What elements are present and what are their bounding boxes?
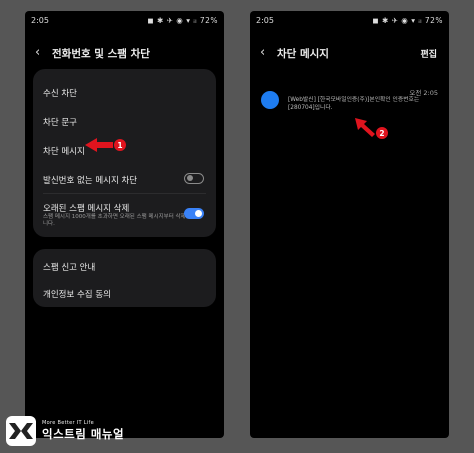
- status-bar: 2:05 ◼ ✱ ✈ ◉ ▾ ᵢₗ 72%: [250, 11, 449, 31]
- menu-item-label: 수신 차단: [43, 89, 77, 99]
- step-badge: 2: [376, 127, 388, 139]
- logo-ex-icon: [9, 423, 33, 439]
- menu-item-label: 개인정보 수집 동의: [43, 290, 111, 300]
- logo-mark: [6, 416, 36, 446]
- menu-item-description: 스팸 메시지 1000개를 초과하면 오래된 스팸 메시지부터 삭제합니다.: [43, 214, 191, 227]
- settings-screen: 2:05 ◼ ✱ ✈ ◉ ▾ ᵢₗ 72% ‹ 전화번호 및 스팸 차단 수신 …: [25, 11, 224, 438]
- status-icons: ◼ ✱ ✈ ◉ ▾ ᵢₗ 72%: [372, 16, 443, 25]
- messages-header: ‹ 차단 메시지 편집: [250, 43, 449, 65]
- menu-item-label: 차단 메시지: [43, 147, 85, 157]
- block-settings-card: 수신 차단 차단 문구 차단 메시지 발신번호 없는 메시지 차단 오래된 스팸…: [33, 69, 216, 237]
- status-icons: ◼ ✱ ✈ ◉ ▾ ᵢₗ 72%: [147, 16, 218, 25]
- menu-item-delete-old-spam[interactable]: 오래된 스팸 메시지 삭제 스팸 메시지 1000개를 초과하면 오래된 스팸 …: [33, 202, 216, 232]
- site-logo: More Better IT Life 익스트림 매뉴얼: [6, 415, 124, 447]
- logo-name: 익스트림 매뉴얼: [42, 427, 125, 441]
- annotation-2: 2: [355, 117, 388, 139]
- menu-item-label: 스팸 신고 안내: [43, 263, 96, 273]
- settings-header: ‹ 전화번호 및 스팸 차단: [25, 43, 224, 65]
- red-arrow-icon: [355, 118, 375, 137]
- annotation-1: 1: [85, 138, 126, 152]
- avatar: [261, 91, 279, 109]
- message-text: [Web발신] [한국모바일인증(주)]본인확인 인증번호는 [280704]입…: [288, 97, 420, 111]
- status-bar: 2:05 ◼ ✱ ✈ ◉ ▾ ᵢₗ 72%: [25, 11, 224, 31]
- blocked-messages-screen: 2:05 ◼ ✱ ✈ ◉ ▾ ᵢₗ 72% ‹ 차단 메시지 편집 오전 2:0…: [250, 11, 449, 438]
- delete-old-spam-toggle[interactable]: [184, 208, 204, 219]
- unknown-sender-toggle[interactable]: [184, 173, 204, 184]
- spam-info-card: 스팸 신고 안내 개인정보 수집 동의: [33, 249, 216, 307]
- page-title: 전화번호 및 스팸 차단: [52, 48, 150, 60]
- red-arrow-icon: [85, 138, 113, 152]
- page-title: 차단 메시지: [277, 48, 329, 60]
- menu-item-label: 오래된 스팸 메시지 삭제: [43, 204, 130, 214]
- step-badge: 1: [114, 139, 126, 151]
- divider: [43, 193, 206, 194]
- edit-button[interactable]: 편집: [420, 47, 437, 60]
- menu-item-label: 차단 문구: [43, 118, 77, 128]
- status-time: 2:05: [31, 16, 49, 25]
- logo-text: More Better IT Life 익스트림 매뉴얼: [42, 420, 124, 442]
- menu-item-label: 발신번호 없는 메시지 차단: [43, 176, 138, 186]
- back-arrow-icon[interactable]: ‹: [260, 45, 265, 60]
- menu-item-block-unknown-sender[interactable]: 발신번호 없는 메시지 차단: [33, 173, 216, 188]
- back-arrow-icon[interactable]: ‹: [35, 45, 40, 60]
- status-time: 2:05: [256, 16, 274, 25]
